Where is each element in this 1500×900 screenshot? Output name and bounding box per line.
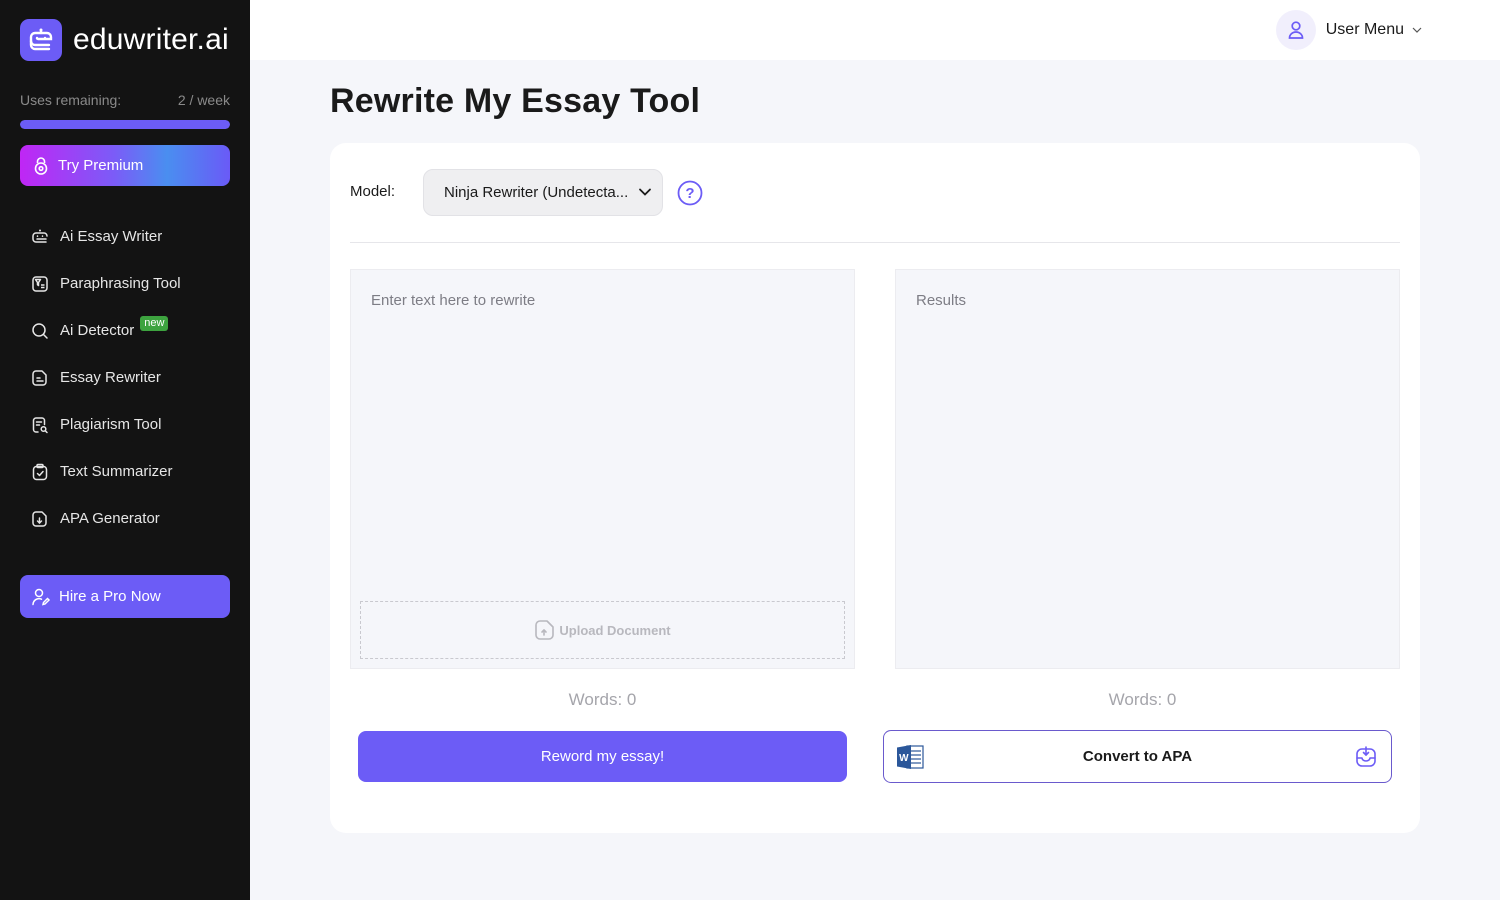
convert-to-apa-label: Convert to APA xyxy=(1082,748,1193,765)
uses-label: Uses remaining: xyxy=(20,92,122,108)
upload-document-label: Upload Document xyxy=(559,622,671,638)
sidebar-item-label: APA Generator xyxy=(60,510,160,527)
convert-to-apa-button[interactable]: W Convert to APA xyxy=(883,730,1392,783)
divider xyxy=(350,242,1400,243)
rewriter-card: Model: Ninja Rewriter (Undetecta... ? Up… xyxy=(330,143,1420,833)
sidebar-item-essay-rewriter[interactable]: Essay Rewriter xyxy=(20,354,230,401)
paraphrase-icon xyxy=(32,275,48,292)
sidebar-item-label: Paraphrasing Tool xyxy=(60,275,181,292)
try-premium-button[interactable]: Try Premium xyxy=(20,145,230,186)
search-icon xyxy=(32,322,48,339)
uses-remaining: Uses remaining: 2 / week xyxy=(20,92,230,108)
file-upload-icon xyxy=(535,620,555,640)
sidebar-item-paraphrasing-tool[interactable]: Paraphrasing Tool xyxy=(20,260,230,307)
document-search-icon xyxy=(32,416,48,433)
avatar xyxy=(1275,10,1316,50)
uses-progress-bar xyxy=(20,120,230,129)
input-pane: Upload Document xyxy=(350,269,855,669)
results-pane: Results xyxy=(895,269,1400,669)
chevron-down-icon xyxy=(639,188,651,196)
user-menu-button[interactable]: User Menu xyxy=(1275,10,1422,50)
sidebar-item-plagiarism-tool[interactable]: Plagiarism Tool xyxy=(20,401,230,448)
hire-pro-button[interactable]: Hire a Pro Now xyxy=(20,575,230,618)
user-icon xyxy=(1288,21,1304,39)
sidebar-item-ai-detector[interactable]: Ai Detector new xyxy=(20,307,230,354)
sidebar-item-label: Text Summarizer xyxy=(60,463,173,480)
document-icon xyxy=(32,369,47,386)
sidebar-item-text-summarizer[interactable]: Text Summarizer xyxy=(20,448,230,495)
uses-value: 2 / week xyxy=(177,92,230,108)
sidebar-item-ai-essay-writer[interactable]: Ai Essay Writer xyxy=(20,213,230,260)
svg-text:?: ? xyxy=(685,185,694,202)
brand-logo[interactable]: eduwriter.ai xyxy=(20,19,229,61)
brand-name: eduwriter.ai xyxy=(73,23,229,56)
download-tray-icon xyxy=(1356,746,1376,767)
top-bar: User Menu xyxy=(250,0,1500,60)
help-icon[interactable]: ? xyxy=(677,180,703,206)
sidebar-item-label: Ai Essay Writer xyxy=(60,228,163,245)
output-word-count: Words: 0 xyxy=(1108,690,1177,709)
chevron-down-icon xyxy=(1412,27,1422,33)
new-badge: new xyxy=(140,316,169,331)
sidebar: eduwriter.ai Uses remaining: 2 / week Tr… xyxy=(0,0,250,900)
essay-input[interactable] xyxy=(351,270,854,590)
svg-text:W: W xyxy=(899,753,909,764)
file-download-icon xyxy=(32,510,47,527)
hire-pro-label: Hire a Pro Now xyxy=(59,588,161,605)
word-document-icon: W xyxy=(897,745,924,769)
reword-essay-button[interactable]: Reword my essay! xyxy=(358,731,847,782)
model-select-value: Ninja Rewriter (Undetecta... xyxy=(444,184,629,201)
try-premium-label: Try Premium xyxy=(58,157,144,174)
lock-icon xyxy=(34,156,48,175)
user-edit-icon xyxy=(32,588,51,606)
uses-progress-fill xyxy=(20,120,230,129)
input-word-count: Words: 0 xyxy=(568,690,637,709)
clipboard-check-icon xyxy=(32,463,48,480)
robot-logo-icon xyxy=(20,19,62,61)
user-menu-label: User Menu xyxy=(1325,21,1404,38)
model-label: Model: xyxy=(350,183,396,200)
sidebar-item-label: Ai Detector xyxy=(60,322,135,339)
robot-icon xyxy=(32,229,48,243)
sidebar-item-label: Essay Rewriter xyxy=(60,369,161,386)
sidebar-item-label: Plagiarism Tool xyxy=(60,416,162,433)
sidebar-item-apa-generator[interactable]: APA Generator xyxy=(20,495,230,542)
sidebar-nav: Ai Essay Writer Paraphrasing Tool Ai Det… xyxy=(20,213,230,542)
page-title: Rewrite My Essay Tool xyxy=(330,82,701,120)
model-select[interactable]: Ninja Rewriter (Undetecta... xyxy=(423,169,663,216)
upload-document-button[interactable]: Upload Document xyxy=(360,601,845,659)
results-placeholder: Results xyxy=(916,292,967,309)
